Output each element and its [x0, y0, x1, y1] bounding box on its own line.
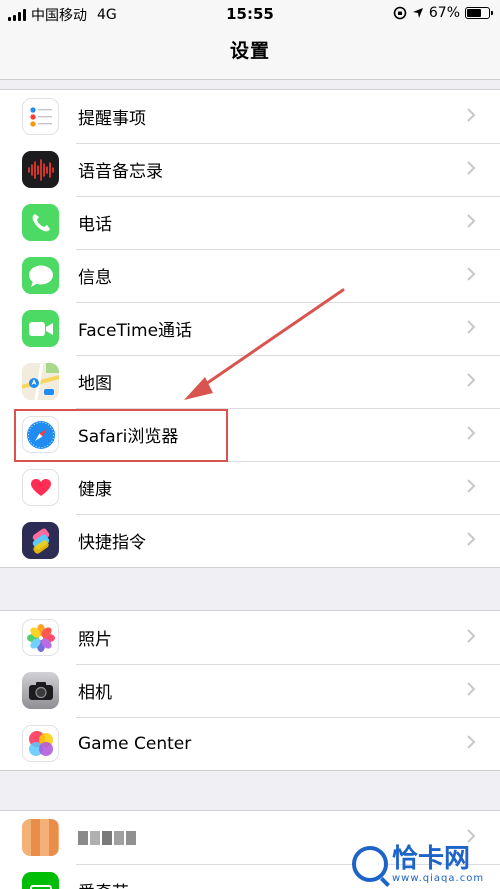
row-label: 提醒事项	[78, 109, 146, 129]
game-center-icon	[22, 725, 59, 762]
row-label: 电话	[78, 215, 112, 235]
settings-row-facetime[interactable]: FaceTime通话	[0, 302, 500, 355]
photos-icon	[22, 619, 59, 656]
row-label: Game Center	[78, 733, 192, 754]
settings-group-apps: 提醒事项 语音备忘录 电话 信息 FaceTime通话 地图 Safari浏览器…	[0, 89, 500, 568]
page-title: 设置	[229, 40, 270, 62]
battery-icon	[465, 7, 493, 19]
status-right: 67%	[393, 5, 493, 21]
chevron-right-icon	[467, 373, 476, 387]
row-label: 信息	[78, 268, 112, 288]
phone-icon	[22, 204, 59, 241]
watermark-name: 恰卡网	[392, 843, 471, 874]
row-label: 爱奇艺	[78, 878, 129, 889]
reminders-icon	[22, 98, 59, 135]
battery-fill	[467, 9, 482, 17]
row-label: 健康	[78, 480, 112, 500]
row-label: FaceTime通话	[78, 321, 193, 341]
settings-row-phone[interactable]: 电话	[0, 196, 500, 249]
row-label: 快捷指令	[78, 533, 146, 553]
camera-icon	[22, 672, 59, 709]
safari-icon	[22, 416, 59, 453]
row-label: 语音备忘录	[78, 162, 163, 182]
chevron-right-icon	[467, 682, 476, 696]
watermark-logo-icon	[352, 846, 388, 882]
maps-icon	[22, 363, 59, 400]
chevron-right-icon	[467, 629, 476, 643]
facetime-icon	[22, 310, 59, 347]
chevron-right-icon	[467, 532, 476, 546]
chevron-right-icon	[467, 161, 476, 175]
settings-row-game-center[interactable]: Game Center	[0, 717, 500, 770]
voice-memos-icon	[22, 151, 59, 188]
settings-row-voice-memos[interactable]: 语音备忘录	[0, 143, 500, 196]
status-bar: 中国移动 4G 15:55 67%	[0, 0, 500, 28]
row-label: 地图	[78, 374, 112, 394]
settings-row-reminders[interactable]: 提醒事项	[0, 90, 500, 143]
settings-row-messages[interactable]: 信息	[0, 249, 500, 302]
navigation-bar: 设置	[0, 28, 500, 80]
messages-icon	[22, 257, 59, 294]
settings-row-health[interactable]: 健康	[0, 461, 500, 514]
chevron-right-icon	[467, 479, 476, 493]
settings-row-maps[interactable]: 地图	[0, 355, 500, 408]
settings-row-photos[interactable]: 照片	[0, 611, 500, 664]
settings-group-media: 照片 相机 Game Center	[0, 610, 500, 771]
health-icon	[22, 469, 59, 506]
chevron-right-icon	[467, 426, 476, 440]
orientation-lock-icon	[393, 6, 407, 20]
row-label: Safari浏览器	[78, 427, 179, 447]
watermark-url: www.qiaqa.com	[392, 872, 485, 884]
blurred-app-name	[78, 830, 136, 845]
chevron-right-icon	[467, 214, 476, 228]
row-label: 照片	[78, 630, 112, 650]
blurred-app-icon	[22, 819, 59, 856]
shortcuts-icon	[22, 522, 59, 559]
iqiyi-icon	[22, 872, 59, 889]
settings-row-safari[interactable]: Safari浏览器	[0, 408, 500, 461]
chevron-right-icon	[467, 320, 476, 334]
chevron-right-icon	[467, 267, 476, 281]
row-label: 相机	[78, 683, 112, 703]
settings-row-camera[interactable]: 相机	[0, 664, 500, 717]
chevron-right-icon	[467, 735, 476, 749]
chevron-right-icon	[467, 108, 476, 122]
location-icon	[412, 8, 423, 18]
watermark: 恰卡网 www.qiaqa.com	[352, 839, 492, 889]
battery-percent: 67%	[428, 5, 460, 21]
settings-row-shortcuts[interactable]: 快捷指令	[0, 514, 500, 567]
